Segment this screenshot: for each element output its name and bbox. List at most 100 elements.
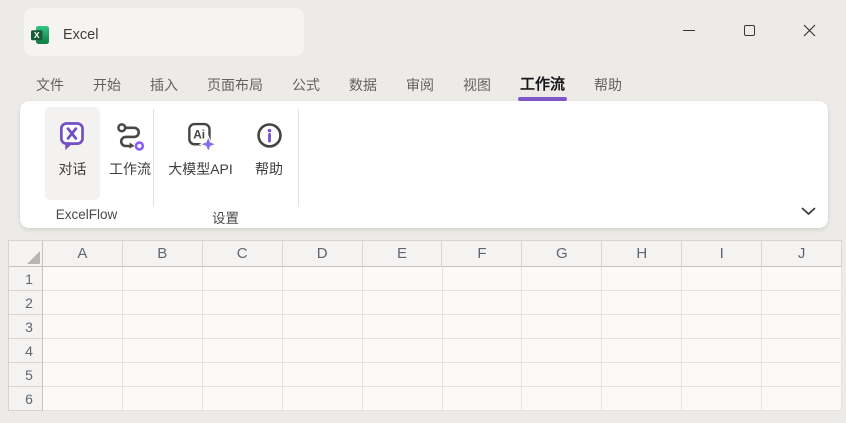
cell[interactable] xyxy=(443,387,523,411)
cell[interactable] xyxy=(602,339,682,363)
cell[interactable] xyxy=(682,363,762,387)
row-header[interactable]: 1 xyxy=(9,267,43,291)
cell[interactable] xyxy=(762,291,842,315)
tab-insert[interactable]: 插入 xyxy=(150,70,178,100)
cell[interactable] xyxy=(522,315,602,339)
help-button-label: 帮助 xyxy=(255,159,283,179)
cell[interactable] xyxy=(43,363,123,387)
column-header[interactable]: H xyxy=(602,241,682,267)
cell[interactable] xyxy=(522,267,602,291)
cell[interactable] xyxy=(682,315,762,339)
cell[interactable] xyxy=(682,291,762,315)
cell[interactable] xyxy=(43,267,123,291)
cell[interactable] xyxy=(123,291,203,315)
cell[interactable] xyxy=(682,267,762,291)
cell[interactable] xyxy=(762,387,842,411)
llm-api-button[interactable]: Ai 大模型API xyxy=(160,107,241,200)
row-header[interactable]: 6 xyxy=(9,387,43,411)
cell[interactable] xyxy=(43,291,123,315)
cell[interactable] xyxy=(363,339,443,363)
ribbon-panel: 对话 工作流 Ai 大模型API xyxy=(20,101,828,228)
cell[interactable] xyxy=(762,315,842,339)
cell[interactable] xyxy=(123,339,203,363)
cell[interactable] xyxy=(682,387,762,411)
row-header[interactable]: 3 xyxy=(9,315,43,339)
cell[interactable] xyxy=(363,291,443,315)
cell[interactable] xyxy=(203,315,283,339)
cell[interactable] xyxy=(443,267,523,291)
cell[interactable] xyxy=(123,267,203,291)
tab-review[interactable]: 审阅 xyxy=(406,70,434,100)
cell[interactable] xyxy=(123,387,203,411)
row-header[interactable]: 5 xyxy=(9,363,43,387)
cell[interactable] xyxy=(682,339,762,363)
cell[interactable] xyxy=(522,363,602,387)
tab-home[interactable]: 开始 xyxy=(93,70,121,100)
cell[interactable] xyxy=(522,339,602,363)
workflow-button[interactable]: 工作流 xyxy=(101,107,159,200)
cell[interactable] xyxy=(602,363,682,387)
cell[interactable] xyxy=(762,267,842,291)
cell[interactable] xyxy=(203,267,283,291)
column-header[interactable]: D xyxy=(283,241,363,267)
cell[interactable] xyxy=(602,315,682,339)
tab-file[interactable]: 文件 xyxy=(36,70,64,100)
cell[interactable] xyxy=(602,291,682,315)
cell[interactable] xyxy=(363,267,443,291)
column-header[interactable]: A xyxy=(43,241,123,267)
cell[interactable] xyxy=(762,363,842,387)
info-circle-icon xyxy=(254,121,285,152)
close-button[interactable] xyxy=(779,0,839,60)
cell[interactable] xyxy=(283,291,363,315)
cell[interactable] xyxy=(602,267,682,291)
cell[interactable] xyxy=(43,315,123,339)
column-header[interactable]: B xyxy=(123,241,203,267)
cell[interactable] xyxy=(443,315,523,339)
cell[interactable] xyxy=(762,339,842,363)
chat-button[interactable]: 对话 xyxy=(45,107,100,200)
tab-workflow[interactable]: 工作流 xyxy=(520,70,565,100)
column-header[interactable]: G xyxy=(522,241,602,267)
tab-help[interactable]: 帮助 xyxy=(594,70,622,100)
cell[interactable] xyxy=(283,363,363,387)
cell[interactable] xyxy=(363,387,443,411)
window-controls xyxy=(659,0,839,60)
column-header[interactable]: E xyxy=(363,241,443,267)
column-header[interactable]: I xyxy=(682,241,762,267)
cell[interactable] xyxy=(123,363,203,387)
cell[interactable] xyxy=(443,339,523,363)
column-header[interactable]: C xyxy=(203,241,283,267)
row-header[interactable]: 2 xyxy=(9,291,43,315)
tab-view[interactable]: 视图 xyxy=(463,70,491,100)
tab-formulas[interactable]: 公式 xyxy=(292,70,320,100)
cell[interactable] xyxy=(283,387,363,411)
cell[interactable] xyxy=(283,315,363,339)
tab-data[interactable]: 数据 xyxy=(349,70,377,100)
help-button[interactable]: 帮助 xyxy=(244,107,294,200)
row-header[interactable]: 4 xyxy=(9,339,43,363)
cell[interactable] xyxy=(522,387,602,411)
cell[interactable] xyxy=(43,339,123,363)
cell[interactable] xyxy=(203,339,283,363)
cell[interactable] xyxy=(522,291,602,315)
grid-row: 4 xyxy=(9,339,842,363)
cell[interactable] xyxy=(203,387,283,411)
select-all-corner[interactable] xyxy=(9,241,43,267)
cell[interactable] xyxy=(443,291,523,315)
tab-page-layout[interactable]: 页面布局 xyxy=(207,70,263,100)
column-header[interactable]: J xyxy=(762,241,842,267)
cell[interactable] xyxy=(203,363,283,387)
maximize-button[interactable] xyxy=(719,0,779,60)
collapse-ribbon-button[interactable] xyxy=(798,203,818,219)
cell[interactable] xyxy=(363,363,443,387)
cell[interactable] xyxy=(443,363,523,387)
cell[interactable] xyxy=(203,291,283,315)
cell[interactable] xyxy=(283,267,363,291)
cell[interactable] xyxy=(283,339,363,363)
column-header[interactable]: F xyxy=(442,241,522,267)
cell[interactable] xyxy=(43,387,123,411)
cell[interactable] xyxy=(363,315,443,339)
cell[interactable] xyxy=(602,387,682,411)
minimize-button[interactable] xyxy=(659,0,719,60)
cell[interactable] xyxy=(123,315,203,339)
